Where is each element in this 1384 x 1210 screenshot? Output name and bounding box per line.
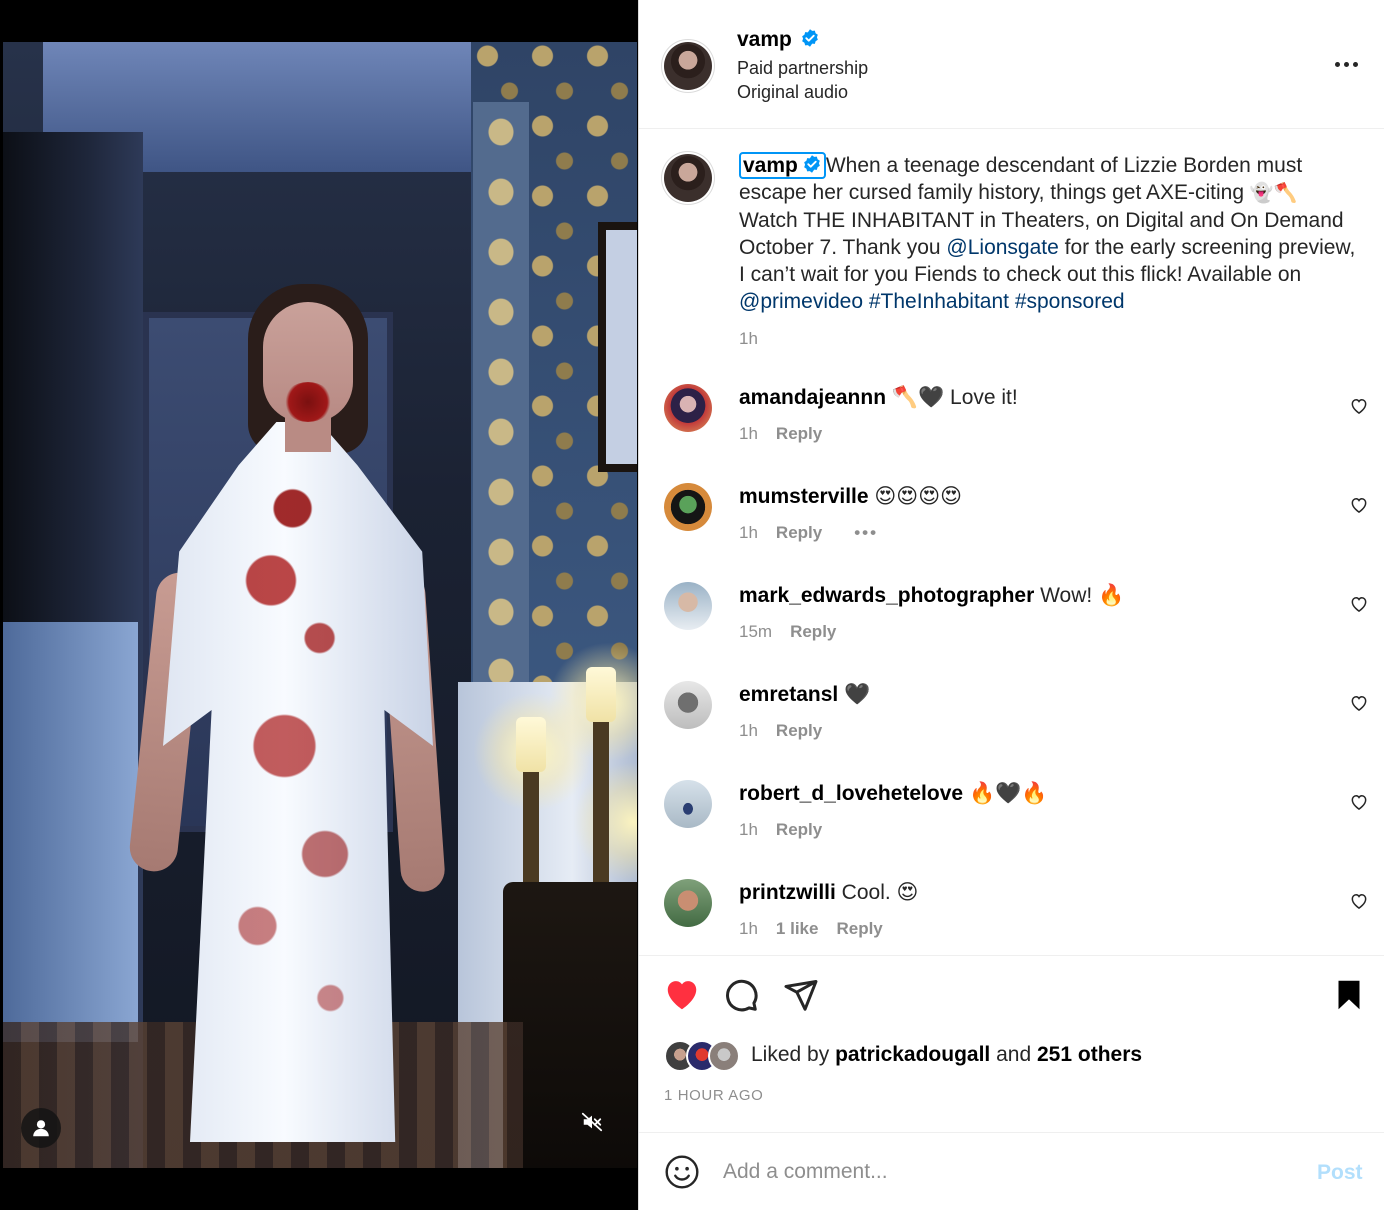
header-divider <box>639 128 1384 129</box>
post-comment-button[interactable]: Post <box>1317 1161 1363 1185</box>
candle <box>586 667 616 722</box>
comment-time[interactable]: 1h <box>739 820 758 839</box>
post-timestamp[interactable]: 1 HOUR AGO <box>664 1087 763 1104</box>
heart-outline-icon[interactable] <box>1349 693 1369 713</box>
commenter-avatar[interactable] <box>664 780 712 828</box>
heart-filled-icon[interactable] <box>663 976 701 1014</box>
heart-outline-icon[interactable] <box>1349 594 1369 614</box>
muted-icon <box>581 1112 603 1132</box>
heart-outline-icon[interactable] <box>1349 891 1369 911</box>
tagged-users-button[interactable] <box>21 1108 61 1148</box>
add-comment-bar: Post <box>639 1132 1384 1210</box>
video-scene-mirror <box>598 222 637 472</box>
video-frame[interactable] <box>3 42 637 1168</box>
mute-button[interactable] <box>572 1102 612 1142</box>
reply-button[interactable]: Reply <box>776 424 822 443</box>
hashtag-link-theinhabitant[interactable]: #TheInhabitant <box>869 290 1009 313</box>
hashtag-link-sponsored[interactable]: #sponsored <box>1015 290 1125 313</box>
comment-time[interactable]: 1h <box>739 721 758 740</box>
comment-icon[interactable] <box>723 977 759 1013</box>
heart-outline-icon[interactable] <box>1349 396 1369 416</box>
comment-text: 😍😍😍😍 <box>874 485 962 508</box>
share-icon[interactable] <box>783 977 819 1013</box>
actions-divider <box>639 955 1384 956</box>
commenter-avatar[interactable] <box>664 483 712 531</box>
commenter-avatar[interactable] <box>664 582 712 630</box>
likes-joiner: and <box>996 1043 1032 1066</box>
post-caption: vamp When a teenage descendant of Lizzie … <box>739 152 1359 352</box>
liker-avatar <box>708 1040 740 1072</box>
likes-summary[interactable]: Liked by patrickadougall and 251 others <box>664 1040 1364 1072</box>
liked-by-username[interactable]: patrickadougall <box>835 1043 990 1066</box>
comment-text: 🖤 <box>844 683 871 706</box>
verified-badge-icon <box>802 29 819 47</box>
comment-item: mumsterville 😍😍😍😍 1h Reply ••• <box>639 483 1384 573</box>
reply-button[interactable]: Reply <box>836 919 882 938</box>
reply-button[interactable]: Reply <box>776 721 822 740</box>
video-scene-figure <box>123 272 447 1152</box>
video-scene-wallpaper-strip <box>473 102 529 702</box>
comment-item: mark_edwards_photographer Wow! 🔥 15m Repl… <box>639 582 1384 672</box>
post-video[interactable] <box>0 0 638 1210</box>
figure-dress <box>163 422 433 1142</box>
likes-prefix: Liked by <box>751 1043 830 1066</box>
more-icon <box>1335 62 1358 67</box>
caption-emoji: 👻🪓 <box>1249 182 1298 204</box>
caption-time[interactable]: 1h <box>739 325 1359 352</box>
author-username[interactable]: vamp <box>737 28 792 51</box>
commenter-avatar[interactable] <box>664 681 712 729</box>
comment-text: 🪓🖤 Love it! <box>891 386 1018 409</box>
video-scene-table <box>503 882 637 1168</box>
bookmark-icon[interactable] <box>1331 977 1367 1013</box>
candle-stand <box>593 722 609 882</box>
caption-username-text: vamp <box>743 154 798 177</box>
comment-time[interactable]: 1h <box>739 523 758 542</box>
commenter-username[interactable]: mark_edwards_photographer <box>739 584 1034 607</box>
comment-text: 🔥🖤🔥 <box>968 782 1048 805</box>
comment-time[interactable]: 1h <box>739 919 758 938</box>
commenter-avatar[interactable] <box>664 384 712 432</box>
mention-link-primevideo[interactable]: @primevideo <box>739 290 863 313</box>
comment-item: amandajeannn 🪓🖤 Love it! 1h Reply <box>639 384 1384 474</box>
video-scene-left-panel <box>3 622 138 1042</box>
mention-link-lionsgate[interactable]: @Lionsgate <box>946 236 1058 259</box>
post-header: vamp Paid partnership Original audio <box>737 28 868 104</box>
commenter-avatar[interactable] <box>664 879 712 927</box>
comment-input[interactable] <box>723 1155 1283 1189</box>
commenter-username[interactable]: mumsterville <box>739 485 869 508</box>
comment-time[interactable]: 1h <box>739 424 758 443</box>
caption-username[interactable]: vamp <box>739 152 826 179</box>
figure-blood <box>283 382 333 422</box>
reply-button[interactable]: Reply <box>776 820 822 839</box>
comment-item: emretansl 🖤 1h Reply <box>639 681 1384 771</box>
comment-more-button[interactable]: ••• <box>854 523 878 542</box>
reply-button[interactable]: Reply <box>790 622 836 641</box>
comment-time[interactable]: 15m <box>739 622 772 641</box>
post-details-panel: vamp Paid partnership Original audio vam… <box>638 0 1384 1210</box>
commenter-username[interactable]: amandajeannn <box>739 386 886 409</box>
verified-badge-icon <box>804 155 820 173</box>
post-action-bar <box>639 972 1384 1022</box>
comment-text: Cool. 😍 <box>841 881 919 904</box>
heart-outline-icon[interactable] <box>1349 792 1369 812</box>
commenter-username[interactable]: emretansl <box>739 683 838 706</box>
others-count[interactable]: 251 others <box>1037 1043 1142 1066</box>
comment-likes-count[interactable]: 1 like <box>776 919 819 938</box>
more-options-button[interactable] <box>1335 62 1358 67</box>
commenter-username[interactable]: printzwilli <box>739 881 836 904</box>
reply-button[interactable]: Reply <box>776 523 822 542</box>
author-avatar[interactable] <box>664 42 712 90</box>
candle-stand <box>523 772 539 882</box>
commenter-username[interactable]: robert_d_lovehetelove <box>739 782 963 805</box>
likes-text: Liked by patrickadougall and 251 others <box>751 1043 1142 1067</box>
heart-outline-icon[interactable] <box>1349 495 1369 515</box>
paid-partnership-label[interactable]: Paid partnership <box>737 56 868 80</box>
emoji-icon[interactable] <box>664 1154 700 1190</box>
caption-author-avatar[interactable] <box>664 154 712 202</box>
candle <box>516 717 546 772</box>
comment-item: robert_d_lovehetelove 🔥🖤🔥 1h Reply <box>639 780 1384 870</box>
comment-text: Wow! 🔥 <box>1040 584 1125 607</box>
original-audio-link[interactable]: Original audio <box>737 80 868 104</box>
user-icon <box>33 1120 49 1137</box>
